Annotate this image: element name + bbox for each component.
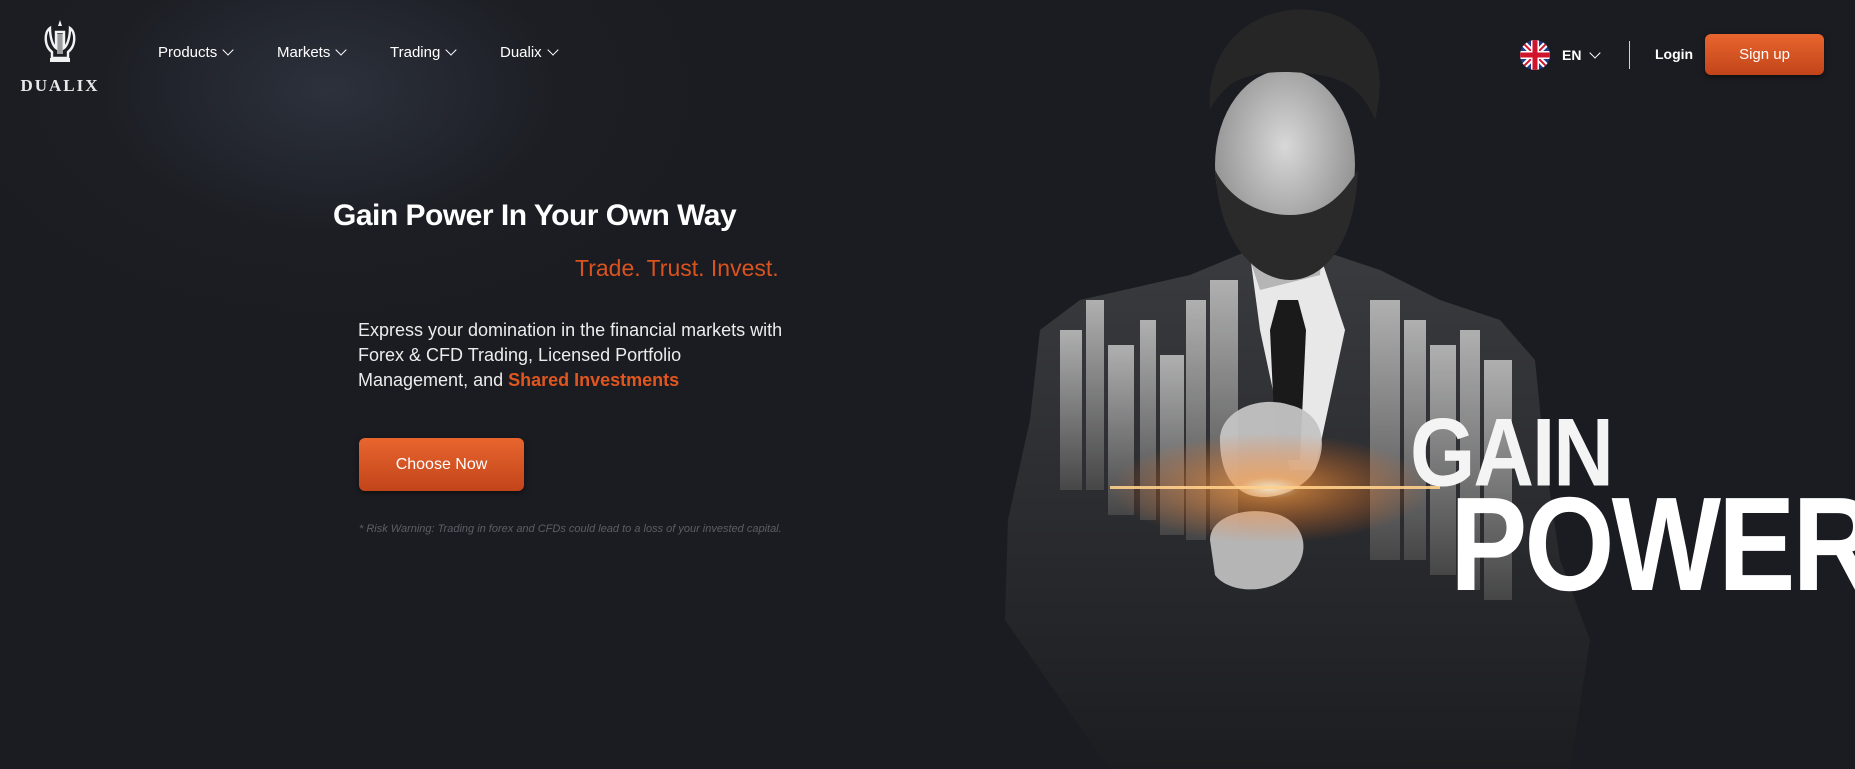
uk-flag-icon [1520,40,1550,70]
brand-name: DUALIX [20,76,100,95]
hero-tagline: Trade. Trust. Invest. [575,255,779,281]
language-label: EN [1562,47,1582,63]
chevron-down-icon [445,44,457,56]
signup-button[interactable]: Sign up [1705,34,1824,75]
choose-now-button[interactable]: Choose Now [359,438,524,491]
nav-item-label: Dualix [500,44,542,61]
risk-warning: * Risk Warning: Trading in forex and CFD… [359,523,782,535]
shared-investments-link[interactable]: Shared Investments [508,370,679,390]
nav-item-label: Trading [390,44,441,61]
brand-logo[interactable]: DUALIX [14,18,106,96]
chevron-down-icon [1589,46,1602,59]
nav-item-dualix[interactable]: Dualix [500,44,559,61]
nav-item-label: Markets [277,44,331,61]
hero-description: Express your domination in the financial… [358,318,788,393]
lyre-icon [44,20,76,62]
art-text-power: POWER [1450,470,1855,618]
nav-item-markets[interactable]: Markets [277,44,348,61]
nav-item-trading[interactable]: Trading [390,44,457,61]
hero-headline: Gain Power In Your Own Way [333,199,737,232]
chevron-down-icon [335,44,348,56]
language-selector[interactable]: EN [1520,40,1602,70]
nav-item-label: Products [158,44,218,61]
hero-image: GAIN POWER [1005,9,1855,769]
login-link[interactable]: Login [1655,46,1693,62]
chevron-down-icon [547,44,559,56]
nav-item-products[interactable]: Products [158,44,234,61]
header-divider [1629,41,1630,69]
chevron-down-icon [222,44,234,56]
